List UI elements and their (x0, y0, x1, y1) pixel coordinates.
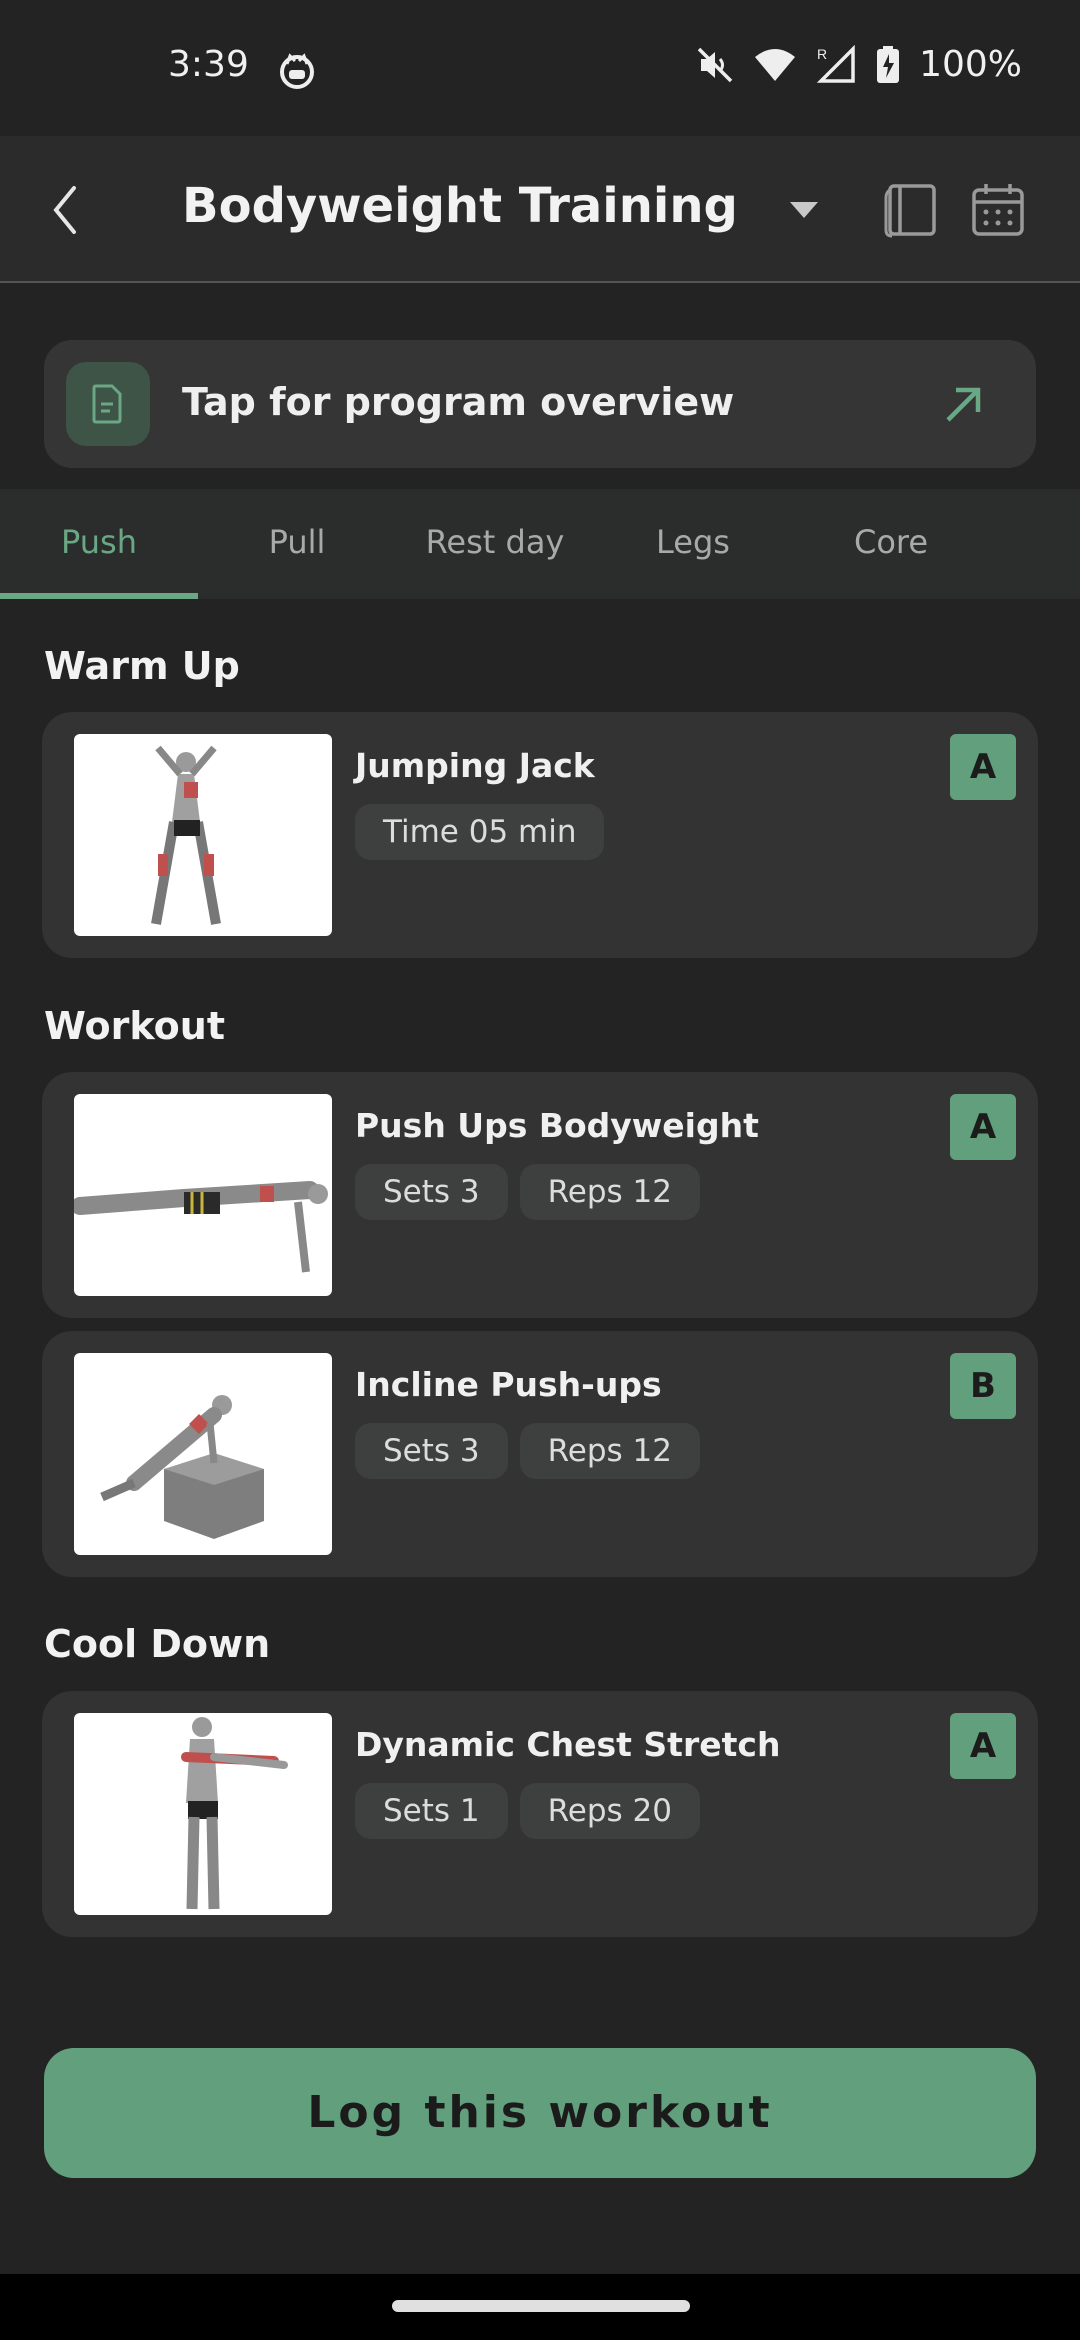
exercise-name: Incline Push-ups (355, 1365, 662, 1404)
home-gesture-handle[interactable] (392, 2300, 690, 2312)
program-title[interactable]: Bodyweight Training (182, 178, 738, 234)
tab-pull[interactable]: Pull (198, 523, 396, 561)
book-icon[interactable] (880, 180, 940, 240)
exercise-name: Push Ups Bodyweight (355, 1106, 759, 1145)
log-workout-button[interactable]: Log this workout (44, 2048, 1036, 2178)
tab-legs[interactable]: Legs (594, 523, 792, 561)
variant-badge[interactable]: A (950, 1713, 1016, 1779)
tab-core[interactable]: Core (792, 523, 990, 561)
reps-chip: Reps 20 (519, 1783, 700, 1839)
mute-icon (697, 47, 733, 82)
section-cool-down: Cool Down (44, 1622, 271, 1666)
reps-chip: Reps 12 (519, 1164, 700, 1220)
program-overview-label: Tap for program overview (182, 380, 735, 424)
sets-chip: Sets 3 (355, 1423, 508, 1479)
section-workout: Workout (44, 1004, 225, 1048)
battery-icon (877, 45, 900, 83)
exercise-thumbnail (74, 1353, 332, 1555)
exercise-card[interactable]: Jumping Jack Time 05 min A (42, 712, 1038, 958)
signal-icon: R (816, 44, 855, 83)
notification-cat-icon (280, 53, 314, 89)
back-arrow-icon[interactable] (46, 180, 86, 240)
svg-text:R: R (817, 46, 827, 62)
divider (0, 281, 1080, 283)
sets-chip: Sets 1 (355, 1783, 508, 1839)
dropdown-caret-icon[interactable] (788, 200, 820, 220)
exercise-name: Jumping Jack (355, 746, 595, 785)
sets-chip: Sets 3 (355, 1164, 508, 1220)
exercise-name: Dynamic Chest Stretch (355, 1725, 781, 1764)
wifi-icon (755, 48, 796, 81)
exercise-thumbnail (74, 734, 332, 936)
status-icons: R 100% (695, 44, 1022, 85)
tab-rest-day[interactable]: Rest day (396, 523, 594, 561)
exercise-card[interactable]: Dynamic Chest Stretch Sets 1 Reps 20 A (42, 1691, 1038, 1937)
arrow-up-right-icon (946, 387, 981, 422)
exercise-thumbnail (74, 1094, 332, 1296)
variant-badge[interactable]: A (950, 734, 1016, 800)
variant-badge[interactable]: B (950, 1353, 1016, 1419)
exercise-chips: Sets 3 Reps 12 (355, 1423, 700, 1479)
document-icon (66, 362, 150, 446)
status-time: 3:39 (168, 44, 249, 85)
calendar-icon[interactable] (968, 180, 1028, 240)
active-tab-indicator (0, 593, 198, 599)
exercise-chips: Sets 3 Reps 12 (355, 1164, 700, 1220)
day-tabs: Push Pull Rest day Legs Core (0, 489, 1080, 599)
exercise-thumbnail (74, 1713, 332, 1915)
reps-chip: Reps 12 (519, 1423, 700, 1479)
exercise-card[interactable]: Incline Push-ups Sets 3 Reps 12 B (42, 1331, 1038, 1577)
battery-percent: 100% (919, 44, 1022, 85)
tab-push[interactable]: Push (0, 523, 198, 561)
exercise-card[interactable]: Push Ups Bodyweight Sets 3 Reps 12 A (42, 1072, 1038, 1318)
variant-badge[interactable]: A (950, 1094, 1016, 1160)
program-overview-card[interactable]: Tap for program overview (44, 340, 1036, 468)
section-warm-up: Warm Up (44, 644, 240, 688)
time-chip: Time 05 min (355, 804, 605, 860)
exercise-chips: Time 05 min (355, 804, 605, 860)
exercise-chips: Sets 1 Reps 20 (355, 1783, 700, 1839)
status-bar: 3:39 R 100% (0, 0, 1080, 136)
